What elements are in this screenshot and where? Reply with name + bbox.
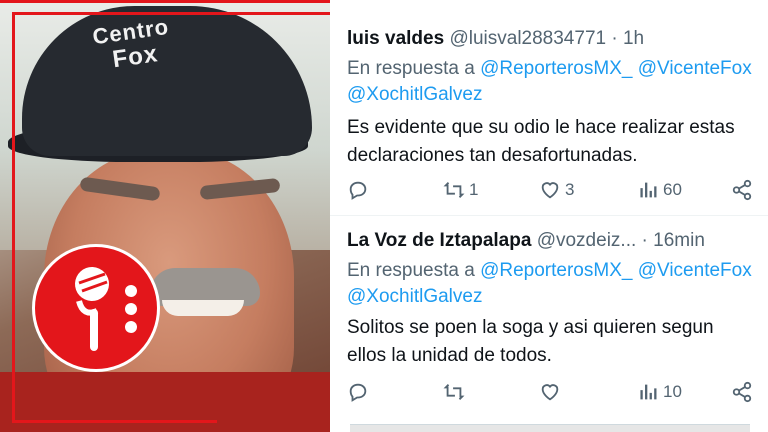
author-name[interactable]: luis valdes <box>347 28 444 49</box>
red-shirt <box>0 372 330 432</box>
mention-link[interactable]: @VicenteFox <box>638 58 752 79</box>
mention-link[interactable]: @ReporterosMX_ <box>480 260 632 281</box>
reply-prefix: En respuesta a <box>347 260 475 281</box>
tweet[interactable]: luis valdes @luisval28834771 · 1h En res… <box>330 0 768 216</box>
tweet[interactable]: La Voz de Iztapalapa @vozdeiz... · 16min… <box>330 216 768 432</box>
tweet-text: Es evidente que su odio le hace realizar… <box>347 117 735 166</box>
author-name[interactable]: La Voz de Iztapalapa <box>347 230 531 251</box>
frame-bottom-line <box>12 420 217 423</box>
views-icon <box>640 182 657 198</box>
author-handle[interactable]: @vozdeiz... <box>537 230 637 251</box>
separator-dot: · <box>611 28 618 49</box>
mention-link[interactable]: @VicenteFox <box>638 260 752 281</box>
reply-button[interactable] <box>347 380 373 404</box>
smile <box>162 300 244 316</box>
separator-dot: · <box>641 230 648 251</box>
heart-icon <box>541 182 559 199</box>
microphone-icon <box>75 267 137 351</box>
tweet-time[interactable]: 1h <box>623 28 644 49</box>
reply-prefix: En respuesta a <box>347 58 475 79</box>
share-button[interactable] <box>731 380 753 404</box>
tweet-header: luis valdes @luisval28834771 · 1h <box>347 28 644 50</box>
views-count: 60 <box>663 180 682 199</box>
mention-link[interactable]: @XochitlGalvez <box>347 286 482 307</box>
retweet-icon <box>443 384 465 400</box>
heart-icon <box>541 384 559 401</box>
frame-top-line <box>0 0 330 3</box>
retweet-icon <box>443 182 465 198</box>
share-icon <box>732 179 752 201</box>
retweet-count: 1 <box>469 180 479 199</box>
mention-link[interactable]: @XochitlGalvez <box>347 84 482 105</box>
tweet-actions: 1 3 60 <box>347 178 767 202</box>
reply-icon <box>349 181 367 200</box>
views-icon <box>640 384 657 400</box>
tweet-header: La Voz de Iztapalapa @vozdeiz... · 16min <box>347 230 705 252</box>
like-button[interactable]: 3 <box>539 178 574 202</box>
tweet-text: Solitos se poen la soga y asi quieren se… <box>347 317 714 366</box>
reply-context: En respuesta a @ReporterosMX_ @VicenteFo… <box>347 56 752 108</box>
reply-context: En respuesta a @ReporterosMX_ @VicenteFo… <box>347 258 752 310</box>
share-icon <box>732 381 752 403</box>
mention-link[interactable]: @ReporterosMX_ <box>480 58 632 79</box>
like-button[interactable] <box>539 380 565 404</box>
podcast-badge <box>32 244 160 372</box>
views-count: 10 <box>663 382 682 401</box>
tweets-panel: luis valdes @luisval28834771 · 1h En res… <box>330 0 768 432</box>
views-button[interactable]: 10 <box>637 380 682 404</box>
author-handle[interactable]: @luisval28834771 <box>449 28 606 49</box>
reply-button[interactable] <box>347 178 373 202</box>
frame-top-inner-line <box>12 12 330 15</box>
like-count: 3 <box>565 180 575 199</box>
share-button[interactable] <box>731 178 753 202</box>
reply-icon <box>349 383 367 402</box>
retweet-button[interactable]: 1 <box>443 178 478 202</box>
retweet-button[interactable] <box>443 380 469 404</box>
frame-left-line <box>12 12 15 422</box>
tweet-actions: 10 <box>347 380 767 404</box>
tweet-time[interactable]: 16min <box>653 230 705 251</box>
views-button[interactable]: 60 <box>637 178 682 202</box>
bottom-strip <box>350 424 750 432</box>
